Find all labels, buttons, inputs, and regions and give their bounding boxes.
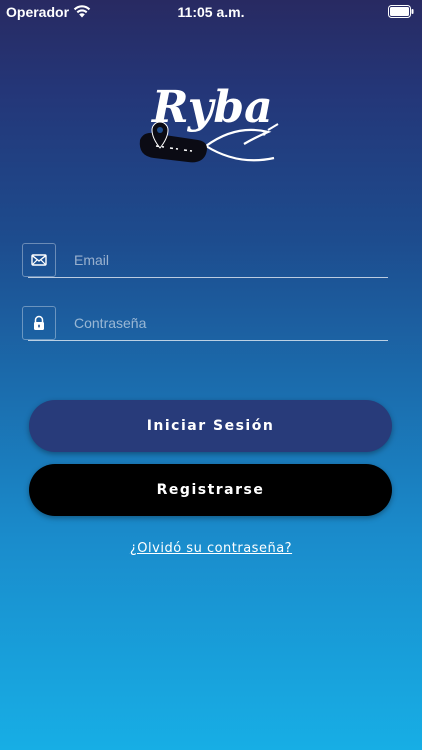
password-underline bbox=[28, 340, 388, 341]
password-icon-box bbox=[22, 306, 56, 340]
email-input[interactable] bbox=[74, 245, 374, 275]
email-underline bbox=[28, 277, 388, 278]
password-field-row bbox=[22, 306, 388, 342]
envelope-icon bbox=[31, 254, 47, 266]
email-icon-box bbox=[22, 243, 56, 277]
logo-wordmark: Ryba bbox=[150, 82, 273, 133]
battery-icon bbox=[388, 5, 414, 18]
forgot-password-link[interactable]: ¿Olvidó su contraseña? bbox=[0, 541, 422, 556]
status-time: 11:05 a.m. bbox=[177, 4, 245, 20]
login-button[interactable]: Iniciar Sesión bbox=[29, 400, 392, 452]
register-button[interactable]: Registrarse bbox=[29, 464, 392, 516]
email-field-row bbox=[22, 243, 388, 279]
status-bar: Operador 11:05 a.m. bbox=[0, 0, 422, 24]
lock-icon bbox=[34, 315, 44, 330]
password-input[interactable] bbox=[74, 308, 374, 338]
ryba-logo: Ryba bbox=[139, 82, 279, 163]
